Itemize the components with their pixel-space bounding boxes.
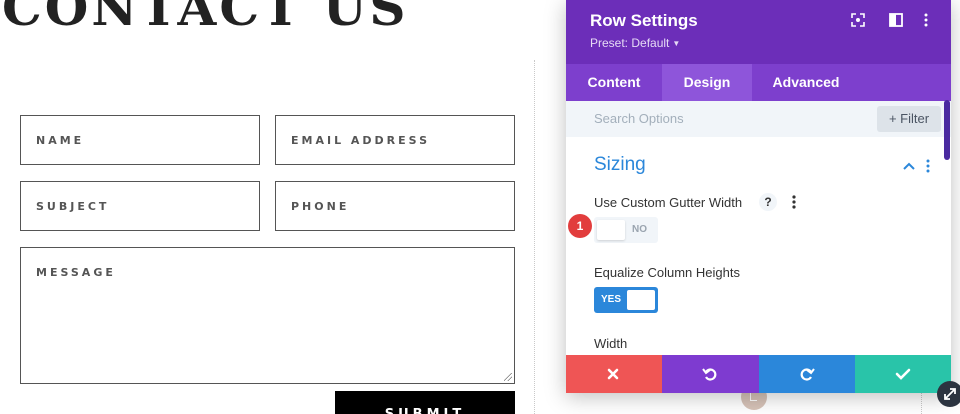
caret-down-icon: ▼ — [672, 39, 681, 48]
email-placeholder: EMAIL ADDRESS — [291, 134, 431, 147]
search-bar: Search Options + Filter — [566, 101, 951, 137]
undo-icon — [702, 368, 717, 381]
modal-scrollbar[interactable] — [944, 100, 950, 160]
chevron-up-icon[interactable] — [903, 162, 915, 170]
subject-field[interactable]: SUBJECT — [20, 181, 260, 231]
resize-arrows-icon — [944, 388, 956, 400]
cancel-button[interactable] — [566, 355, 663, 393]
toggle-knob — [597, 220, 625, 240]
preset-label: Preset: Default — [590, 36, 670, 50]
equalize-heights-label: Equalize Column Heights — [594, 265, 740, 280]
modal-footer — [566, 355, 951, 393]
option-more-icon[interactable] — [791, 193, 797, 211]
column-divider — [534, 60, 535, 414]
undo-button[interactable] — [662, 355, 759, 393]
width-label: Width — [594, 336, 628, 351]
phone-placeholder: PHONE — [291, 200, 350, 213]
redo-button[interactable] — [758, 355, 855, 393]
snap-sidebar-icon[interactable] — [888, 12, 904, 28]
equalize-heights-toggle[interactable]: YES — [594, 287, 658, 313]
modal-title: Row Settings — [590, 11, 698, 30]
page-title: CONTACT US — [2, 0, 409, 37]
preset-dropdown[interactable]: Preset: Default ▼ — [590, 36, 680, 50]
row-settings-modal: Row Settings Preset: Default ▼ Content De… — [566, 0, 951, 393]
tab-advanced[interactable]: Advanced — [752, 64, 860, 101]
toggle-yes-text: YES — [601, 294, 622, 305]
subject-placeholder: SUBJECT — [36, 200, 110, 213]
modal-header: Row Settings Preset: Default ▼ — [566, 0, 951, 64]
phone-field[interactable]: PHONE — [275, 181, 515, 231]
tab-content[interactable]: Content — [566, 64, 662, 101]
fullscreen-icon[interactable] — [850, 12, 866, 28]
resize-grip-icon[interactable] — [504, 373, 512, 381]
step-badge: 1 — [568, 214, 592, 238]
settings-tabs: Content Design Advanced — [566, 64, 951, 101]
help-icon[interactable]: ? — [759, 193, 777, 211]
close-icon — [607, 368, 619, 380]
section-more-icon[interactable] — [925, 158, 931, 174]
toggle-no-text: NO — [632, 224, 647, 235]
section-title-sizing[interactable]: Sizing — [594, 154, 646, 176]
more-options-icon[interactable] — [918, 12, 934, 28]
gutter-width-label: Use Custom Gutter Width — [594, 195, 743, 210]
message-placeholder: MESSAGE — [36, 266, 116, 279]
resize-handle[interactable] — [937, 381, 960, 407]
email-field[interactable]: EMAIL ADDRESS — [275, 115, 515, 165]
filter-button[interactable]: + Filter — [877, 106, 941, 132]
submit-button[interactable]: SUBMIT — [335, 391, 515, 414]
toggle-knob — [627, 290, 655, 310]
name-field[interactable]: NAME — [20, 115, 260, 165]
name-placeholder: NAME — [36, 134, 85, 147]
gutter-width-toggle[interactable]: NO — [594, 217, 658, 243]
message-field[interactable]: MESSAGE — [20, 247, 515, 384]
tab-design[interactable]: Design — [662, 64, 752, 101]
search-input[interactable]: Search Options — [594, 111, 684, 126]
check-icon — [895, 368, 911, 380]
redo-icon — [800, 368, 815, 381]
